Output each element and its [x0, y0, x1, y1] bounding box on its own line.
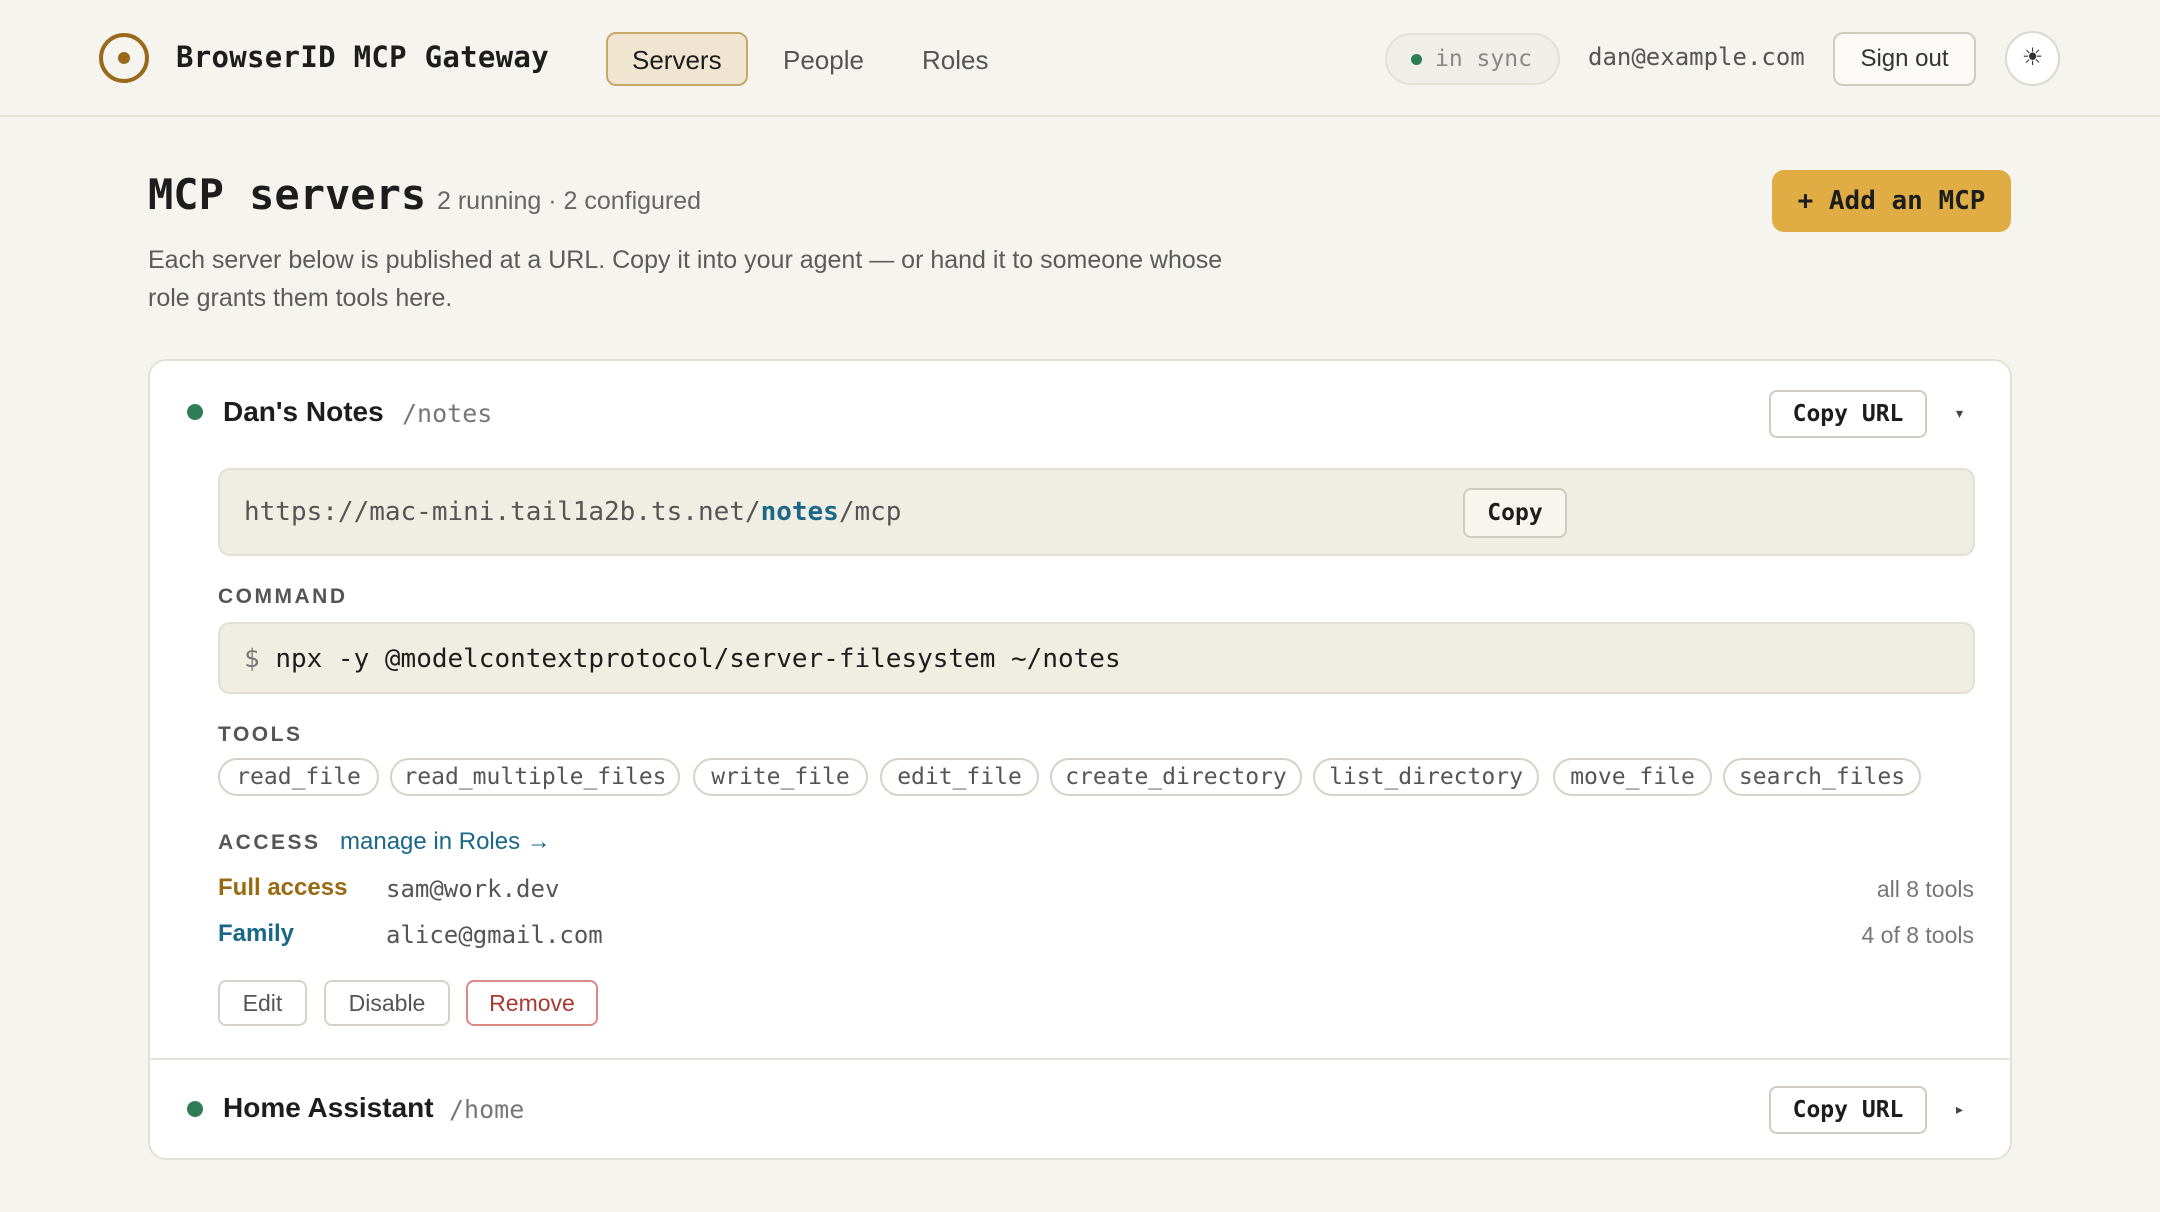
add-mcp-button[interactable]: + Add an MCP — [1772, 170, 2011, 232]
copy-url-button[interactable]: Copy URL — [1769, 1086, 1927, 1134]
status-dot-icon — [187, 404, 203, 420]
manage-roles-link[interactable]: manage in Roles → — [340, 828, 551, 856]
tools-label: TOOLS — [218, 723, 303, 746]
sync-status-badge: in sync — [1385, 33, 1560, 85]
top-bar: BrowserID MCP Gateway Servers People Rol… — [0, 0, 2160, 117]
sync-dot-icon — [1411, 54, 1422, 65]
page-description: Each server below is published at a URL.… — [148, 246, 1223, 312]
server-url-box: https://mac-mini.tail1a2b.ts.net/notes/m… — [218, 468, 1975, 556]
tab-servers[interactable]: Servers — [606, 32, 748, 86]
logo-icon — [99, 33, 149, 83]
user-email: dan@example.com — [1588, 43, 1805, 71]
sync-status-text: in sync — [1435, 46, 1532, 72]
role-tool-count: 4 of 8 tools — [1861, 922, 1974, 948]
tab-people[interactable]: People — [757, 32, 890, 86]
tool-chip: edit_file — [880, 758, 1039, 796]
tool-chip: read_multiple_files — [390, 758, 680, 796]
collapse-caret-icon[interactable]: ▾ — [1956, 405, 1963, 422]
tab-roles[interactable]: Roles — [896, 32, 1014, 86]
server-url[interactable]: https://mac-mini.tail1a2b.ts.net/notes/m… — [244, 497, 901, 527]
tool-chip: read_file — [218, 758, 379, 796]
disable-button[interactable]: Disable — [324, 980, 450, 1026]
server-path: /notes — [402, 399, 493, 428]
tool-chip: move_file — [1553, 758, 1712, 796]
command-label: COMMAND — [218, 585, 348, 608]
status-dot-icon — [187, 1101, 203, 1117]
divider — [150, 1058, 2010, 1060]
tool-chip: write_file — [693, 758, 868, 796]
edit-button[interactable]: Edit — [218, 980, 307, 1026]
theme-toggle-button[interactable]: ☀ — [2005, 31, 2060, 86]
remove-button[interactable]: Remove — [466, 980, 598, 1026]
role-tool-count: all 8 tools — [1876, 876, 1974, 902]
tool-chip: create_directory — [1050, 758, 1302, 796]
app-title: BrowserID MCP Gateway — [176, 40, 549, 74]
role-name-family[interactable]: Family — [218, 920, 294, 948]
command-text: $ npx -y @modelcontextprotocol/server-fi… — [244, 644, 1121, 674]
sign-out-button[interactable]: Sign out — [1833, 32, 1976, 86]
server-name[interactable]: Home Assistant — [223, 1092, 434, 1124]
server-name[interactable]: Dan's Notes — [223, 396, 384, 428]
tool-chip: list_directory — [1313, 758, 1539, 796]
server-path: /home — [449, 1095, 525, 1124]
copy-button[interactable]: Copy — [1463, 488, 1567, 538]
command-box: $ npx -y @modelcontextprotocol/server-fi… — [218, 622, 1975, 694]
role-email: alice@gmail.com — [386, 921, 603, 949]
role-name-full-access[interactable]: Full access — [218, 874, 347, 902]
access-label: ACCESS — [218, 831, 321, 854]
role-email: sam@work.dev — [386, 875, 560, 903]
tool-chip: search_files — [1723, 758, 1921, 796]
page-title: MCP servers — [148, 170, 427, 219]
page-subtitle: 2 running · 2 configured — [437, 187, 702, 215]
sun-icon: ☀ — [2021, 44, 2044, 71]
expand-caret-icon[interactable]: ▸ — [1956, 1101, 1963, 1118]
copy-url-button[interactable]: Copy URL — [1769, 390, 1927, 438]
servers-card: Dan's Notes /notes Copy URL ▾ https://ma… — [148, 359, 2012, 1160]
